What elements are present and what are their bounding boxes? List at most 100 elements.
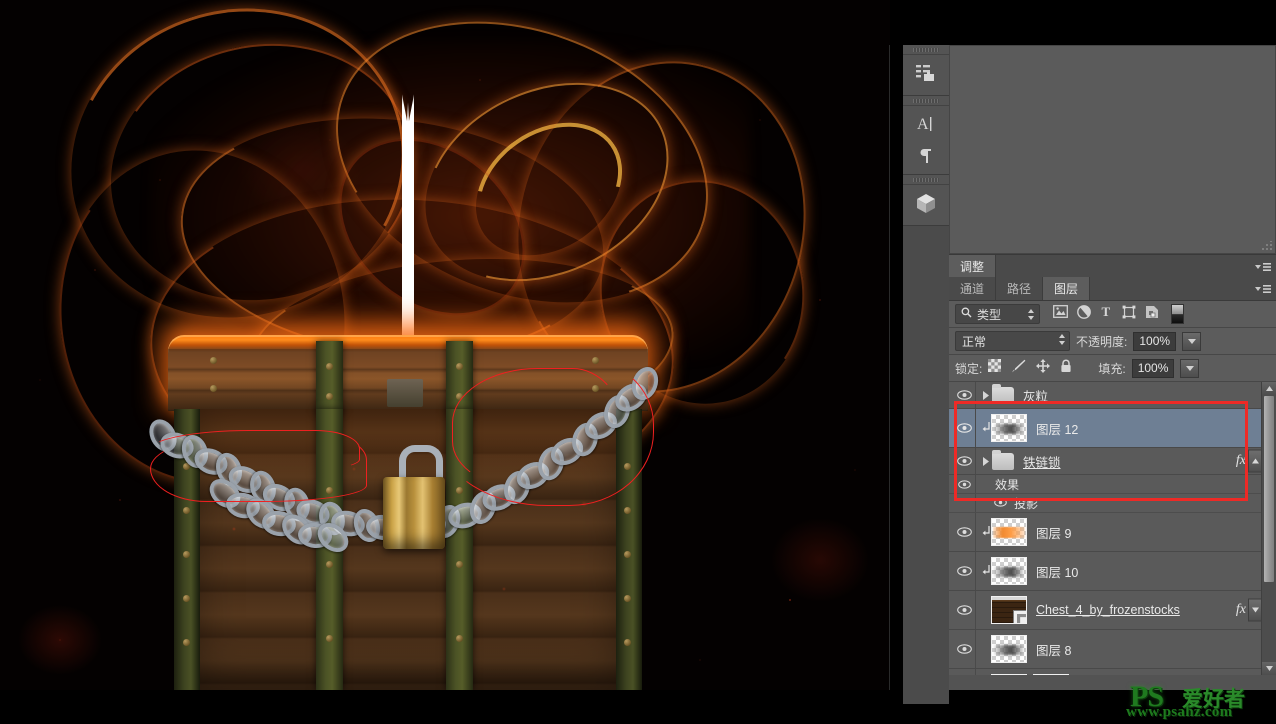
filter-enable-toggle[interactable] [1171,304,1184,324]
opacity-dropdown-button[interactable] [1182,331,1202,351]
layer-name[interactable]: 铁链锁 [1023,452,1061,471]
smart-object-filter-icon[interactable] [1145,305,1159,324]
layer-visibility-eye-icon[interactable] [953,513,976,551]
opacity-input[interactable]: 100% [1133,331,1177,351]
fill-value: 100% [1137,361,1169,375]
adjustment-layer-filter-icon[interactable] [1077,304,1091,324]
layer-filter-type-select[interactable]: 类型 [955,304,1040,324]
lock-position-icon[interactable] [1036,358,1051,378]
history-icon[interactable] [903,55,949,91]
layer-list-scrollbar[interactable] [1261,382,1276,675]
chest-rivet [183,595,190,602]
layer-thumbnail[interactable] [991,414,1027,442]
document-vertical-scrollbar[interactable] [889,45,890,690]
chevron-right-icon[interactable] [979,390,992,400]
drop-shadow-visibility-eye-icon[interactable] [953,494,976,512]
updown-stepper-icon[interactable] [1058,333,1066,349]
scroll-up-icon[interactable] [1262,382,1276,395]
tab-layers[interactable]: 图层 [1043,277,1091,300]
layer-visibility-eye-icon[interactable] [953,382,976,408]
table-row[interactable]: 图层 12 [949,409,1276,448]
layer-thumbnail[interactable] [991,596,1027,624]
panel-drag-grip[interactable] [903,45,949,55]
layer-visibility-eye-icon[interactable] [953,409,976,447]
clipping-mask-indicator-icon [982,525,991,540]
fill-input[interactable]: 100% [1131,358,1175,378]
opacity-label: 不透明度: [1076,334,1128,349]
layer-visibility-eye-icon[interactable] [953,630,976,668]
layer-name[interactable]: Chest_4_by_frozenstocks [1036,603,1180,617]
layer-visibility-eye-icon[interactable] [953,552,976,590]
table-row[interactable]: 图层 8 [949,630,1276,669]
lock-image-pixels-icon[interactable] [1011,359,1026,378]
layer-effects-fx-icon[interactable]: fx [1236,602,1246,618]
blend-mode-select[interactable]: 正常 [955,331,1070,351]
folder-icon [992,449,1014,470]
character-icon[interactable]: A [903,106,949,142]
clipping-mask-indicator-icon [982,564,991,579]
layer-name[interactable]: 灰粒 [1023,386,1048,405]
layer-filter-icon-group: T [1053,304,1159,324]
tab-paths-label: 路径 [1007,282,1032,296]
layer-name[interactable]: 图层 8 [1036,640,1071,659]
layer-filter-value: 类型 [977,307,1002,322]
lock-label: 锁定: [955,361,983,376]
blend-mode-value: 正常 [962,334,987,349]
layer-visibility-eye-icon[interactable] [953,448,976,474]
adjustments-panel-body [949,45,1276,254]
adjustments-panel-menu-icon[interactable] [1250,255,1276,278]
layer-thumbnail[interactable] [991,518,1027,546]
list-item-drop-shadow[interactable]: 投影 [949,494,1276,513]
updown-stepper-icon[interactable] [1027,308,1035,321]
table-row[interactable]: Chest_4_by_frozenstocks fx [949,591,1276,630]
chest-rivet [210,385,217,392]
layer-thumbnail[interactable] [991,557,1027,585]
fill-dropdown-button[interactable] [1180,358,1200,378]
layer-effects-fx-icon[interactable]: fx [1236,453,1246,469]
lock-transparent-pixels-icon[interactable] [988,359,1002,377]
table-row[interactable]: 铁链锁 fx [949,448,1276,475]
table-row[interactable]: 图层 9 [949,513,1276,552]
scroll-down-icon[interactable] [1262,662,1276,675]
effects-visibility-eye-icon[interactable] [953,475,976,493]
chest-rivet [326,393,333,400]
layer-visibility-eye-icon[interactable] [953,591,976,629]
layer-name[interactable]: 图层 10 [1036,562,1078,581]
drop-shadow-eye-icon[interactable] [994,494,1007,512]
chest-rivet [326,561,333,568]
layer-name[interactable]: 图层 12 [1036,419,1078,438]
photoshop-window: A 调整 通道 路径 图层 类型 T 正常 不透明度: 100% 锁定: 填充:… [0,0,1276,724]
panel-drag-grip[interactable] [903,175,949,185]
tab-channels[interactable]: 通道 [949,277,997,300]
table-row[interactable]: 灰粒 [949,382,1276,409]
table-row[interactable]: 图层 10 [949,552,1276,591]
paragraph-icon[interactable] [903,142,949,170]
layer-visibility-eye-icon[interactable] [953,669,976,675]
scrollbar-thumb[interactable] [1264,396,1274,582]
document-canvas[interactable] [0,0,890,724]
table-row[interactable] [949,669,1276,675]
chest-rivet [183,551,190,558]
adjustments-tabbar: 调整 [949,254,1276,279]
layer-name[interactable]: 图层 9 [1036,523,1071,542]
layer-thumbnail[interactable] [991,635,1027,663]
panel-drag-grip[interactable] [903,96,949,106]
svg-text:A: A [917,116,929,133]
rail-group-type: A [903,96,949,175]
shape-layer-filter-icon[interactable] [1122,305,1136,324]
layer-list[interactable]: 灰粒 图层 12 铁链锁 fx 效果 投影 图层 9 图层 10 Chest_4… [949,382,1276,675]
tab-paths[interactable]: 路径 [996,277,1044,300]
chevron-right-icon[interactable] [979,456,992,466]
lock-all-icon[interactable] [1060,359,1072,378]
pixel-layer-filter-icon[interactable] [1053,305,1068,323]
layers-panel-menu-icon[interactable] [1250,277,1276,300]
layer-thumbnail[interactable] [991,674,1027,675]
type-layer-filter-icon[interactable]: T [1100,304,1113,323]
svg-text:T: T [1102,305,1111,318]
3d-icon[interactable] [903,185,949,221]
layer-mask-thumbnail[interactable] [1033,674,1069,675]
site-watermark: PS 爱好者 www.psahz.com [1116,680,1268,720]
list-item-effects[interactable]: 效果 [949,475,1276,494]
tab-adjustments[interactable]: 调整 [949,255,997,278]
resize-grabber-icon[interactable] [1262,241,1272,251]
